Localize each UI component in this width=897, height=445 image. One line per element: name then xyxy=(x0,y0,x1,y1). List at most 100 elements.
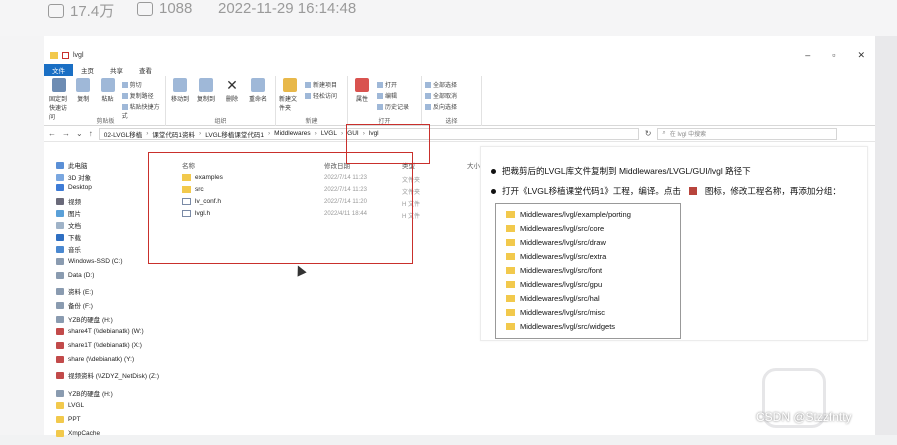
nav-item[interactable]: Desktop xyxy=(56,184,92,191)
nav-item[interactable]: 下载 xyxy=(56,232,81,242)
nav-item[interactable]: Data (D:) xyxy=(56,272,94,279)
breadcrumb-separator-icon: › xyxy=(267,130,271,137)
desktop-icon xyxy=(56,184,64,191)
window-titlebar: lvgl – ▫ ✕ xyxy=(44,46,875,64)
pictures-icon xyxy=(56,209,64,217)
maximize-button[interactable]: ▫ xyxy=(832,50,835,61)
drive-icon xyxy=(56,287,64,295)
nav-item[interactable]: 资料 (E:) xyxy=(56,286,93,296)
nav-item[interactable]: share (\\debianatk) (Y:) xyxy=(56,356,134,363)
copy-path-button[interactable]: 复制路径 xyxy=(122,91,162,100)
nav-item-label: Windows-SSD (C:) xyxy=(68,258,123,265)
edit-button[interactable]: 编辑 xyxy=(377,91,409,100)
nav-item[interactable]: PPT xyxy=(56,416,81,423)
nav-item[interactable]: 图片 xyxy=(56,208,81,218)
group-path-item: Middlewares/lvgl/src/font xyxy=(506,266,602,275)
tab-share[interactable]: 共享 xyxy=(102,64,131,76)
play-count: 17.4万 xyxy=(48,0,114,21)
open-button[interactable]: 打开 xyxy=(377,80,409,89)
group-path-list: Middlewares/lvgl/example/porting Middlew… xyxy=(495,203,681,339)
instruction-card: 把裁剪后的LVGL库文件复制到 Middlewares/LVGL/GUI/lvg… xyxy=(480,146,868,341)
group-path-label: Middlewares/lvgl/src/draw xyxy=(520,238,606,247)
breadcrumb-item[interactable]: 课堂代码1资料 xyxy=(152,129,195,139)
group-path-label: Middlewares/lvgl/src/core xyxy=(520,224,605,233)
breadcrumb-item[interactable]: LVGL xyxy=(321,130,337,137)
nav-item[interactable]: 备份 (F:) xyxy=(56,300,93,310)
nav-item[interactable]: 视频 xyxy=(56,196,81,206)
downloads-icon xyxy=(56,233,64,241)
nav-item[interactable]: LVGL xyxy=(56,402,84,409)
nav-item-label: 备份 (F:) xyxy=(68,303,93,310)
properties-quick-icon[interactable] xyxy=(62,51,69,59)
nav-item-label: 视频资料 (\\ZDYZ_NetDisk) (Z:) xyxy=(68,373,159,380)
search-icon: ⌕ xyxy=(662,130,666,136)
ribbon-group-new: 新建文件夹 新建项目 轻松访问 新建 xyxy=(276,76,348,126)
ribbon-group-select: 全部选择 全部取消 反向选择 选择 xyxy=(422,76,482,126)
publish-datetime: 2022-11-29 16:14:48 xyxy=(218,0,357,17)
new-folder-icon xyxy=(283,78,297,92)
easy-access-button[interactable]: 轻松访问 xyxy=(305,91,337,100)
cut-button[interactable]: 剪切 xyxy=(122,80,162,89)
bullet-icon xyxy=(491,188,496,194)
invert-selection-button[interactable]: 反向选择 xyxy=(425,102,457,111)
up-arrow-icon[interactable]: ↑ xyxy=(89,129,93,138)
ribbon-group-label-new: 新建 xyxy=(305,119,318,125)
copy-label: 复制 xyxy=(77,97,90,103)
group-path-label: Middlewares/lvgl/src/extra xyxy=(520,252,607,261)
nav-item[interactable]: 文档 xyxy=(56,220,81,230)
nav-item[interactable]: 音乐 xyxy=(56,244,81,254)
drive-icon xyxy=(56,272,64,279)
nav-item[interactable]: Windows-SSD (C:) xyxy=(56,258,123,265)
drive-icon xyxy=(56,258,64,265)
recent-chevron-icon[interactable]: ⌄ xyxy=(76,129,83,138)
window-title: lvgl xyxy=(73,51,84,59)
folder-icon xyxy=(56,402,64,409)
tab-file[interactable]: 文件 xyxy=(44,64,73,76)
minimize-button[interactable]: – xyxy=(805,50,810,61)
nav-item[interactable]: share1T (\\debianatk) (X:) xyxy=(56,342,142,349)
danmaku-count-value: 1088 xyxy=(159,0,193,17)
history-button[interactable]: 历史记录 xyxy=(377,102,409,111)
tab-view[interactable]: 查看 xyxy=(131,64,160,76)
videos-icon xyxy=(56,197,64,205)
drive-icon xyxy=(56,315,64,323)
folder-icon xyxy=(506,239,515,246)
close-button[interactable]: ✕ xyxy=(857,50,865,61)
back-arrow-icon[interactable]: ← xyxy=(48,129,56,138)
nav-item[interactable]: YZB的硬盘 (H:) xyxy=(56,314,113,324)
group-path-label: Middlewares/lvgl/example/porting xyxy=(520,210,631,219)
nav-item[interactable]: 3D 对象 xyxy=(56,172,91,182)
nav-item[interactable]: 视频资料 (\\ZDYZ_NetDisk) (Z:) xyxy=(56,370,159,380)
breadcrumb-item[interactable]: LVGL移植课堂代码1 xyxy=(205,129,264,139)
refresh-icon[interactable]: ↻ xyxy=(645,129,652,138)
folder-icon xyxy=(506,295,515,302)
quick-access-toolbar-icon[interactable] xyxy=(50,51,58,59)
note-line-copy: 把裁剪后的LVGL库文件复制到 Middlewares/LVGL/GUI/lvg… xyxy=(491,165,751,177)
forward-arrow-icon[interactable]: → xyxy=(62,129,70,138)
nav-item[interactable]: share4T (\\debianatk) (W:) xyxy=(56,328,144,335)
nav-item[interactable]: 此电脑 xyxy=(56,160,88,170)
nav-item-label: YZB的硬盘 (H:) xyxy=(68,391,113,398)
rename-icon xyxy=(251,78,265,92)
select-all-button[interactable]: 全部选择 xyxy=(425,80,457,89)
copy-icon xyxy=(76,78,91,92)
select-none-button[interactable]: 全部取消 xyxy=(425,91,457,100)
folder-icon xyxy=(506,281,515,288)
nav-item[interactable]: XmpCache xyxy=(56,430,100,437)
network-drive-icon xyxy=(56,371,64,379)
search-input[interactable]: ⌕ 在 lvgl 中搜索 xyxy=(657,127,838,140)
group-path-item: Middlewares/lvgl/src/draw xyxy=(506,238,606,247)
column-header-size[interactable]: 大小 xyxy=(467,160,480,170)
note-line-2a: 打开《LVGL移植课堂代码1》工程，编译。点击 xyxy=(502,186,681,196)
bullet-icon xyxy=(491,168,496,174)
breadcrumb-item[interactable]: Middlewares xyxy=(274,130,311,137)
play-icon xyxy=(48,3,64,18)
nav-item[interactable]: YZB的硬盘 (H:) xyxy=(56,388,113,398)
new-item-button[interactable]: 新建项目 xyxy=(305,80,337,89)
breadcrumb-item[interactable]: 02-LVGL移植 xyxy=(104,129,143,139)
group-path-item: Middlewares/lvgl/src/hal xyxy=(506,294,600,303)
folder-icon xyxy=(506,253,515,260)
rename-label: 重命名 xyxy=(248,97,267,103)
tab-home[interactable]: 主页 xyxy=(73,64,102,76)
note-line-compile: 打开《LVGL移植课堂代码1》工程，编译。点击 图标，修改工程名称，再添加分组： xyxy=(491,185,841,197)
